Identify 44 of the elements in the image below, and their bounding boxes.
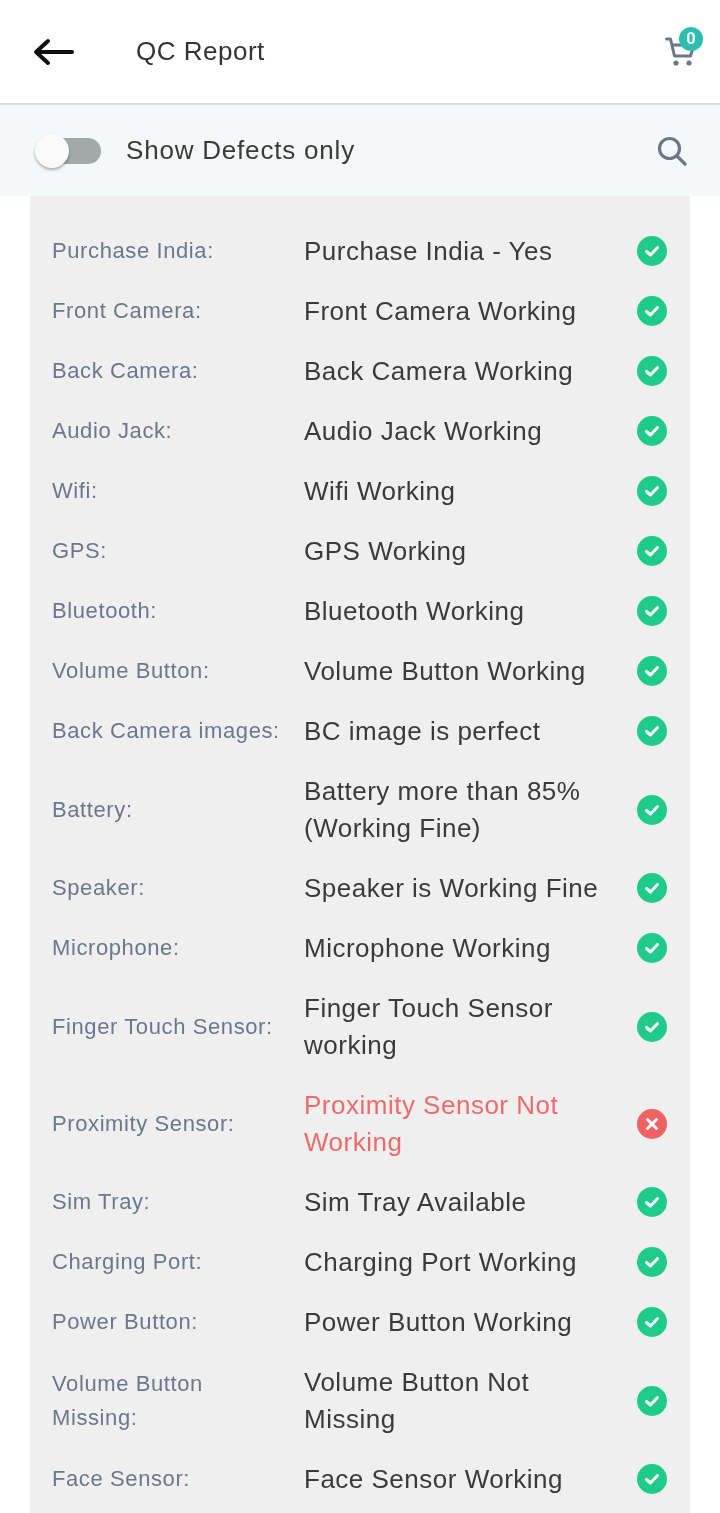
- field-value: Back Camera Working: [304, 354, 575, 388]
- toggle-label: Show Defects only: [126, 135, 356, 166]
- field-value: Power Button Working: [304, 1305, 574, 1339]
- field-label: Finger Touch Sensor:: [52, 1012, 274, 1041]
- page-title: QC Report: [136, 36, 266, 67]
- field-label: Volume Button:: [52, 657, 211, 685]
- field-label: Microphone:: [52, 934, 181, 962]
- search-icon[interactable]: [657, 135, 687, 166]
- field-value: Speaker is Working Fine: [304, 871, 600, 905]
- field-value: Proximity Sensor Not Working: [304, 1088, 560, 1159]
- field-label: Back Camera images:: [52, 717, 281, 745]
- field-label: Face Sensor:: [52, 1465, 192, 1493]
- field-label: Volume Button Missing:: [52, 1369, 204, 1432]
- field-label: Purchase India:: [52, 237, 215, 265]
- field-value: Face Sensor Working: [304, 1462, 564, 1496]
- field-label: Wifi:: [52, 477, 99, 505]
- field-value: Microphone Working: [304, 931, 552, 965]
- field-label: Charging Port:: [52, 1248, 204, 1276]
- field-value: Volume Button Not Missing: [304, 1365, 531, 1436]
- field-label: Speaker:: [52, 874, 146, 902]
- field-value: Purchase India - Yes: [304, 234, 554, 268]
- field-value: Sim Tray Available: [304, 1185, 528, 1219]
- field-label: GPS:: [52, 537, 108, 565]
- field-value: Finger Touch Sensor working: [304, 991, 554, 1062]
- field-value: Front Camera Working: [304, 294, 578, 328]
- cart-badge: 0: [679, 26, 703, 51]
- field-label: Audio Jack:: [52, 417, 174, 445]
- field-value: Volume Button Working: [304, 654, 587, 688]
- field-label: Back Camera:: [52, 357, 200, 385]
- field-value: Wifi Working: [304, 474, 457, 508]
- field-label: Front Camera:: [52, 297, 203, 325]
- field-value: Bluetooth Working: [304, 594, 526, 628]
- field-value: GPS Working: [304, 534, 468, 568]
- field-label: Proximity Sensor:: [52, 1109, 236, 1138]
- field-label: Power Button:: [52, 1308, 199, 1336]
- toggle-switch[interactable]: [35, 132, 101, 169]
- field-value: Audio Jack Working: [304, 414, 544, 448]
- field-label: Sim Tray:: [52, 1188, 152, 1216]
- field-label: Battery:: [52, 795, 134, 824]
- field-label: Bluetooth:: [52, 597, 159, 625]
- field-value: Charging Port Working: [304, 1245, 579, 1279]
- back-arrow-icon[interactable]: [32, 37, 74, 66]
- field-value: BC image is perfect: [304, 714, 542, 748]
- field-value: Battery more than 85% (Working Fine): [304, 774, 582, 845]
